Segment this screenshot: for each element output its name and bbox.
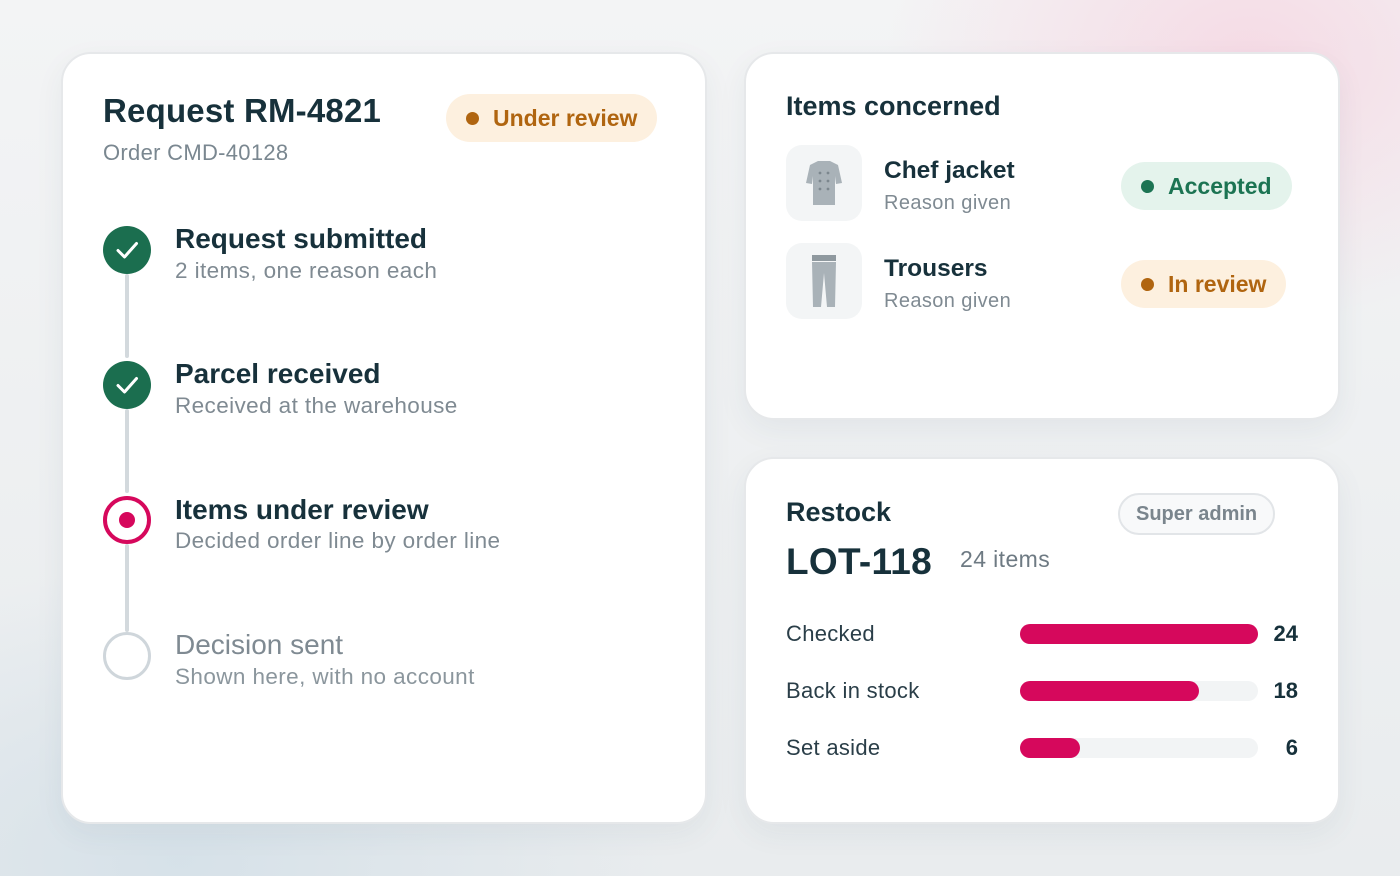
- item-reason: Reason given: [884, 192, 1012, 214]
- stat-bar-fill: [1020, 681, 1199, 701]
- stat-bar-fill: [1020, 624, 1258, 644]
- step-description: Shown here, with no account: [175, 664, 475, 689]
- item-reason: Reason given: [884, 290, 1012, 312]
- role-chip: Super admin: [1118, 493, 1276, 535]
- status-badge: Under review: [446, 94, 658, 142]
- step-current-icon: [103, 496, 151, 544]
- step-title: Request submitted: [175, 223, 428, 254]
- timeline-connector: [125, 544, 129, 632]
- restock-heading: Restock: [786, 497, 892, 527]
- status-dot-icon: [1141, 277, 1154, 291]
- request-card: Request RM-4821 Order CMD-40128 Under re…: [61, 52, 707, 824]
- stat-value: 18: [1273, 678, 1298, 703]
- stat-bar-track: [1020, 738, 1258, 758]
- item-name: Chef jacket: [884, 157, 1015, 184]
- trousers-icon: [786, 243, 862, 319]
- timeline-connector: [125, 274, 129, 358]
- request-title: Request RM-4821: [103, 92, 382, 129]
- chef-jacket-icon: [786, 145, 862, 221]
- stat-label: Back in stock: [786, 678, 920, 703]
- stat-value: 24: [1273, 621, 1298, 646]
- item-status-badge: In review: [1121, 260, 1287, 308]
- step-description: 2 items, one reason each: [175, 258, 438, 283]
- step-pending-icon: [103, 632, 151, 680]
- stat-value: 6: [1285, 735, 1298, 760]
- step-title: Items under review: [175, 494, 429, 525]
- items-heading: Items concerned: [786, 91, 1001, 121]
- step-title: Parcel received: [175, 358, 381, 389]
- step-complete-check-icon: [103, 361, 151, 409]
- step-complete-check-icon: [103, 226, 151, 274]
- restock-card: Restock Super admin LOT-118 24 items Che…: [744, 457, 1340, 824]
- stat-bar-fill: [1020, 738, 1080, 758]
- step-description: Decided order line by order line: [175, 528, 501, 553]
- stat-bar-track: [1020, 624, 1258, 644]
- item-status-badge: Accepted: [1121, 162, 1292, 210]
- step-description: Received at the warehouse: [175, 393, 458, 418]
- lot-number: LOT-118: [786, 541, 933, 582]
- status-dot-icon: [466, 111, 479, 125]
- items-card: Items concerned Chef jacket Reason given…: [744, 52, 1340, 420]
- stat-bar-track: [1020, 681, 1258, 701]
- timeline-connector: [125, 409, 129, 493]
- order-number: Order CMD-40128: [103, 140, 289, 165]
- item-name: Trousers: [884, 255, 988, 282]
- lot-item-count: 24 items: [960, 546, 1051, 572]
- item-status-label: Accepted: [1168, 172, 1272, 199]
- status-dot-icon: [1141, 179, 1154, 193]
- step-title: Decision sent: [175, 629, 344, 660]
- status-badge-label: Under review: [493, 104, 638, 131]
- stat-label: Set aside: [786, 735, 881, 760]
- stat-label: Checked: [786, 621, 875, 646]
- item-status-label: In review: [1168, 270, 1267, 297]
